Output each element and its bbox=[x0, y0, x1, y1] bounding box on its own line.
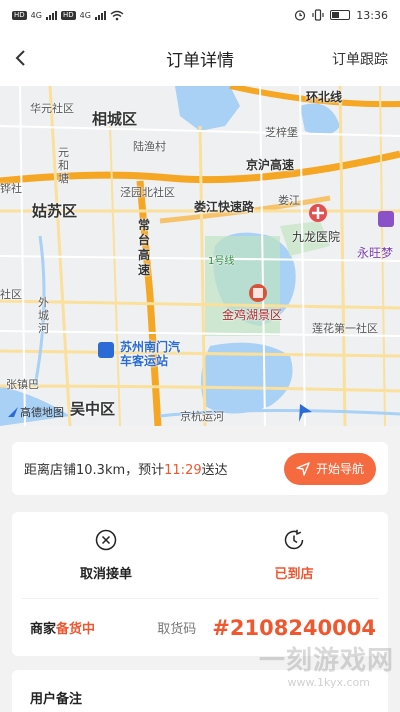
amap-logo: 高德地图 bbox=[8, 404, 64, 420]
map-label-huayuan: 华元社区 bbox=[30, 102, 74, 115]
navigation-arrow-icon bbox=[296, 461, 310, 476]
map-label-loujiang: 娄江快速路 bbox=[194, 200, 255, 214]
user-remark-title: 用户备注 bbox=[30, 692, 83, 707]
watermark-url: www.1kyx.com bbox=[287, 676, 370, 689]
cancel-circle-icon bbox=[95, 529, 117, 550]
map-label-luyu: 陆渔村 bbox=[133, 140, 166, 153]
status-left: HD 4G HD 4G bbox=[12, 10, 124, 21]
distance-suffix: 送达 bbox=[201, 463, 228, 478]
map-label-jinji: 金鸡湖景区 bbox=[222, 308, 283, 322]
back-button[interactable] bbox=[6, 44, 34, 72]
map-label-loujiang2: 娄江 bbox=[278, 194, 300, 207]
cancel-order-label: 取消接单 bbox=[79, 566, 132, 582]
merchant-status: 备货中 bbox=[56, 622, 96, 637]
alarm-icon bbox=[295, 10, 306, 21]
arrived-clock-icon bbox=[284, 529, 304, 549]
distance-text: 距离店铺10.3km，预计11:29送达 bbox=[24, 459, 228, 478]
map-label-she: 社区 bbox=[0, 288, 22, 301]
amap-arrow-icon bbox=[8, 407, 18, 417]
map-label-xiangcheng: 相城区 bbox=[92, 110, 138, 128]
pickup-code: #2108240004 bbox=[212, 615, 376, 640]
map-label-wuzhong: 吴中区 bbox=[70, 400, 116, 418]
cancel-order-button[interactable]: 取消接单 bbox=[12, 512, 200, 598]
arrived-store-button[interactable]: 已到店 bbox=[200, 512, 388, 598]
arrived-store-label: 已到店 bbox=[274, 566, 314, 582]
map-label-zhiyuan: 芝梓堡 bbox=[265, 126, 298, 139]
start-navigation-label: 开始导航 bbox=[315, 462, 364, 476]
distance-card: 距离店铺10.3km，预计11:29送达 开始导航 bbox=[12, 442, 388, 495]
map-label-yongwang: 永旺梦 bbox=[357, 246, 394, 260]
order-tracking-link[interactable]: 订单跟踪 bbox=[332, 49, 388, 69]
map-label-line1: 1号线 bbox=[208, 256, 235, 267]
start-navigation-button[interactable]: 开始导航 bbox=[284, 452, 376, 485]
battery-icon bbox=[330, 10, 351, 20]
map-canvas bbox=[0, 86, 400, 426]
header-bar: 订单详情 订单跟踪 bbox=[0, 30, 400, 86]
map-view[interactable]: 华元社区 相城区 环北线 芝梓堡 陆渔村 元和塘 京沪高速 泾园北社区 姑苏区 … bbox=[0, 86, 400, 426]
amap-logo-text: 高德地图 bbox=[20, 406, 64, 419]
page-title: 订单详情 bbox=[166, 50, 234, 71]
map-label-jingzhong: 泾园北社区 bbox=[120, 186, 175, 199]
map-label-yuanhetang: 元和塘 bbox=[58, 146, 69, 185]
map-label-hua: 铧社 bbox=[0, 182, 22, 195]
watermark: 一刻游戏网 bbox=[258, 646, 394, 676]
action-row: 取消接单 已到店 bbox=[12, 512, 388, 598]
map-label-jinghu: 京沪高速 bbox=[246, 158, 295, 172]
hd-badge: HD bbox=[12, 10, 27, 20]
signal-icon bbox=[45, 10, 57, 20]
network-type-2: 4G bbox=[79, 10, 91, 20]
clock: 13:36 bbox=[356, 8, 388, 22]
signal-icon-2 bbox=[94, 10, 106, 20]
map-label-changtai: 常台高速 bbox=[138, 218, 151, 277]
order-action-card: 取消接单 已到店 商家 备货中 取货码 #2108240004 bbox=[12, 512, 388, 656]
map-label-gusu: 姑苏区 bbox=[32, 202, 78, 220]
status-right: 13:36 bbox=[294, 9, 388, 22]
eta-time: 11:29 bbox=[164, 463, 202, 478]
map-label-lianhua: 莲花第一社区 bbox=[312, 322, 378, 335]
vibrate-icon bbox=[312, 9, 324, 21]
pickup-code-label: 取货码 bbox=[157, 622, 197, 637]
wifi-icon bbox=[110, 10, 124, 20]
status-bar: HD 4G HD 4G 13:36 bbox=[0, 0, 400, 30]
map-label-jinghang: 京杭运河 bbox=[180, 410, 224, 423]
map-label-jiulong: 九龙医院 bbox=[292, 230, 341, 244]
map-label-nanmen: 苏州南门汽车客运站 bbox=[120, 340, 181, 368]
hd-badge-2: HD bbox=[60, 10, 76, 20]
map-label-huanbei: 环北线 bbox=[306, 90, 343, 104]
merchant-label: 商家 bbox=[30, 622, 57, 637]
map-label-zhangzhen: 张镇巴 bbox=[6, 378, 39, 391]
chevron-left-icon bbox=[15, 50, 25, 66]
map-label-waicheng: 外城河 bbox=[38, 296, 49, 335]
network-type-1: 4G bbox=[30, 10, 42, 20]
distance-prefix: 距离店铺10.3km，预计 bbox=[24, 463, 165, 478]
